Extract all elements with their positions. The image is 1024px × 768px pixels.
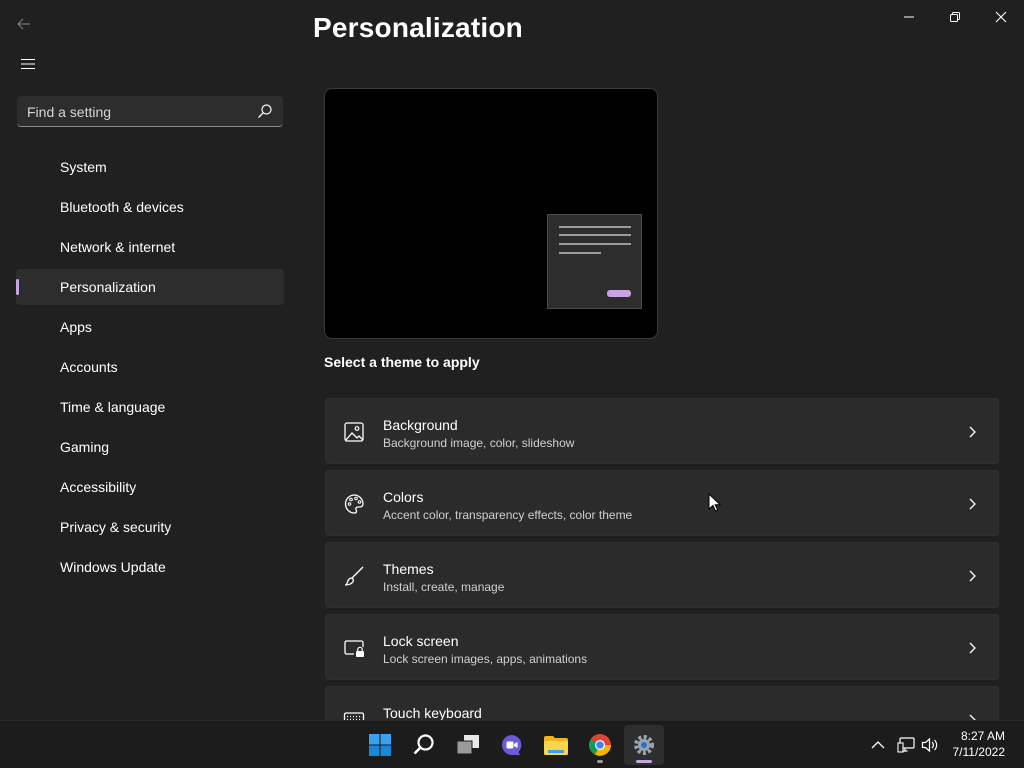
sidebar-item-time-language[interactable]: Time & language — [16, 389, 284, 425]
sidebar-item-label: Gaming — [60, 439, 110, 455]
settings-icon — [634, 735, 654, 755]
file-explorer-icon — [544, 736, 568, 755]
touch-keyboard-card[interactable]: Touch keyboard — [325, 686, 999, 720]
preview-line — [559, 234, 631, 236]
settings-list: Background Background image, color, slid… — [325, 398, 999, 720]
card-title: Touch keyboard — [383, 705, 482, 720]
start-button[interactable] — [360, 725, 400, 765]
sidebar-item-gaming[interactable]: Gaming — [16, 429, 284, 465]
task-view-button[interactable] — [448, 725, 488, 765]
hamburger-icon — [21, 58, 35, 70]
card-title: Colors — [383, 489, 424, 505]
sidebar-item-bluetooth-devices[interactable]: Bluetooth & devices — [16, 189, 284, 225]
start-icon — [369, 734, 391, 756]
sidebar-item-label: Windows Update — [60, 559, 166, 575]
lock-screen-icon — [344, 640, 364, 657]
mouse-cursor-icon — [708, 493, 722, 512]
brush-icon — [344, 566, 364, 586]
minimize-icon — [904, 16, 914, 18]
selection-indicator — [16, 279, 19, 295]
sidebar-item-label: Apps — [60, 319, 92, 335]
sidebar-nav: System Bluetooth & devices Network & int… — [16, 149, 284, 589]
clock-time: 8:27 AM — [960, 729, 1005, 743]
background-card[interactable]: Background Background image, color, slid… — [325, 398, 999, 464]
restore-button[interactable] — [940, 6, 970, 28]
sidebar-item-windows-update[interactable]: Windows Update — [16, 549, 284, 585]
sidebar-item-label: Personalization — [60, 279, 156, 295]
card-title: Themes — [383, 561, 434, 577]
taskbar: 8:27 AM 7/11/2022 — [0, 720, 1024, 768]
sidebar-item-label: Accessibility — [60, 479, 137, 495]
sidebar-item-system[interactable]: System — [16, 149, 284, 185]
chevron-right-icon — [969, 498, 976, 510]
back-button[interactable] — [12, 12, 36, 36]
sidebar-item-privacy-security[interactable]: Privacy & security — [16, 509, 284, 545]
volume-button[interactable] — [920, 735, 940, 755]
clock-date: 7/11/2022 — [952, 745, 1006, 759]
chevron-right-icon — [969, 426, 976, 438]
task-view-icon — [456, 735, 479, 755]
image-icon — [344, 422, 364, 442]
keyboard-icon — [343, 712, 365, 720]
card-subtitle: Lock screen images, apps, animations — [383, 652, 588, 666]
close-button[interactable] — [986, 6, 1016, 28]
minimize-button[interactable] — [894, 6, 924, 28]
settings-button[interactable] — [624, 725, 664, 765]
close-icon — [995, 11, 1007, 23]
clock[interactable]: 8:27 AM 7/11/2022 — [953, 728, 1006, 760]
sidebar-item-label: Time & language — [60, 399, 166, 415]
search-box[interactable] — [17, 96, 283, 127]
colors-card[interactable]: Colors Accent color, transparency effect… — [325, 470, 999, 536]
search-icon[interactable] — [257, 103, 273, 119]
sidebar-item-label: System — [60, 159, 107, 175]
file-explorer-button[interactable] — [536, 725, 576, 765]
chevron-right-icon — [969, 642, 976, 654]
sidebar-item-apps[interactable]: Apps — [16, 309, 284, 345]
sidebar-item-label: Accounts — [60, 359, 118, 375]
volume-icon — [921, 737, 938, 753]
lock-screen-card[interactable]: Lock screen Lock screen images, apps, an… — [325, 614, 999, 680]
card-subtitle: Accent color, transparency effects, colo… — [383, 508, 633, 522]
sidebar-item-accounts[interactable]: Accounts — [16, 349, 284, 385]
search-icon — [413, 734, 434, 755]
sidebar-item-personalization[interactable]: Personalization — [16, 269, 284, 305]
theme-caption: Select a theme to apply — [324, 354, 480, 370]
sidebar-item-accessibility[interactable]: Accessibility — [16, 469, 284, 505]
chevron-right-icon — [969, 714, 976, 720]
sidebar-item-label: Bluetooth & devices — [60, 199, 184, 215]
chrome-button[interactable] — [580, 725, 620, 765]
preview-line — [559, 243, 631, 245]
preview-accent-button — [607, 290, 631, 297]
preview-line — [559, 252, 601, 254]
card-title: Lock screen — [383, 633, 459, 649]
sidebar-item-label: Network & internet — [60, 239, 176, 255]
network-icon — [897, 737, 915, 753]
chat-icon — [502, 735, 522, 755]
preview-line — [559, 226, 631, 228]
taskbar-search-button[interactable] — [404, 725, 444, 765]
restore-icon — [950, 12, 960, 22]
navigation-menu-button[interactable] — [16, 52, 40, 76]
arrow-left-icon — [17, 18, 30, 30]
network-button[interactable] — [896, 735, 916, 755]
theme-preview — [324, 88, 658, 339]
chevron-right-icon — [969, 570, 976, 582]
chrome-icon — [589, 734, 611, 756]
page-title: Personalization — [313, 12, 523, 43]
show-hidden-icons-button[interactable] — [868, 735, 888, 755]
palette-icon — [344, 494, 364, 514]
card-subtitle: Background image, color, slideshow — [383, 436, 575, 450]
themes-card[interactable]: Themes Install, create, manage — [325, 542, 999, 608]
preview-window — [547, 214, 642, 309]
sidebar-item-label: Privacy & security — [60, 519, 172, 535]
card-title: Background — [383, 417, 458, 433]
search-input[interactable] — [17, 96, 259, 127]
sidebar-item-network-internet[interactable]: Network & internet — [16, 229, 284, 265]
chevron-up-icon — [871, 741, 885, 749]
active-indicator — [636, 760, 652, 763]
chat-button[interactable] — [492, 725, 532, 765]
card-subtitle: Install, create, manage — [383, 580, 505, 594]
running-indicator — [597, 760, 603, 763]
